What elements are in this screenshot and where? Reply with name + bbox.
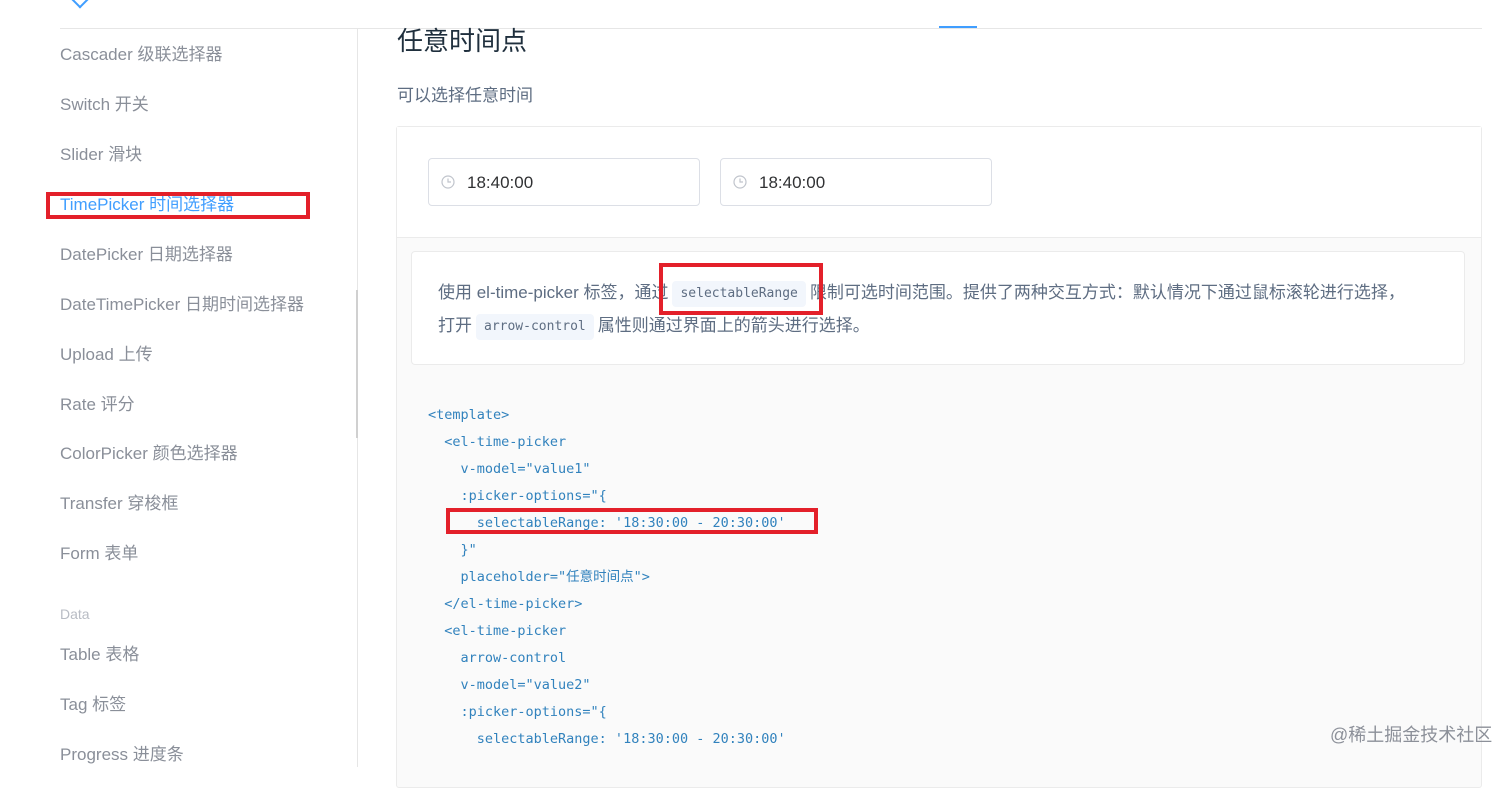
description-text: 打开 (438, 316, 472, 335)
section-title: 任意时间点 (397, 26, 528, 56)
sidebar-item-colorpicker[interactable]: ColorPicker 颜色选择器 (60, 444, 238, 464)
sidebar-group-data: Data (60, 606, 90, 622)
sidebar-item-form[interactable]: Form 表单 (60, 544, 138, 564)
sidebar-scrollbar[interactable] (356, 290, 358, 438)
code-line: v-model="value2" (428, 677, 591, 693)
time-value: 18:40:00 (467, 173, 534, 192)
time-picker-input-1[interactable]: 18:40:00 (428, 158, 700, 206)
sidebar-item-transfer[interactable]: Transfer 穿梭框 (60, 494, 178, 514)
code-line: <template> (428, 407, 510, 423)
description-line-2: 打开 arrow-control 属性则通过界面上的箭头进行选择。 (438, 311, 870, 341)
clock-icon (441, 175, 455, 189)
sidebar-item-rate[interactable]: Rate 评分 (60, 395, 135, 415)
description-text: 使用 el-time-picker 标签，通过 (438, 283, 669, 302)
clock-icon (733, 175, 747, 189)
time-picker-input-2[interactable]: 18:40:00 (720, 158, 992, 206)
sidebar-item-progress[interactable]: Progress 进度条 (60, 745, 184, 765)
code-line: <el-time-picker (428, 434, 567, 450)
sidebar: Cascader 级联选择器 Switch 开关 Slider 滑块 TimeP… (0, 29, 357, 767)
time-value: 18:40:00 (759, 173, 826, 192)
code-line: arrow-control (428, 650, 567, 666)
sidebar-item-upload[interactable]: Upload 上传 (60, 345, 153, 365)
logo-icon (71, 0, 89, 9)
sidebar-item-slider[interactable]: Slider 滑块 (60, 145, 142, 165)
code-line: placeholder="任意时间点"> (428, 569, 650, 585)
demo-source: 18:40:00 18:40:00 (397, 127, 1481, 238)
code-line: <el-time-picker (428, 623, 567, 639)
active-nav-indicator (939, 26, 977, 28)
code-line: :picker-options="{ (428, 488, 607, 504)
sidebar-item-switch[interactable]: Switch 开关 (60, 95, 149, 115)
highlight-box-chip (659, 263, 823, 315)
code-line: v-model="value1" (428, 461, 591, 477)
sidebar-item-datepicker[interactable]: DatePicker 日期选择器 (60, 245, 233, 265)
description-text: 属性则通过界面上的箭头进行选择。 (597, 316, 870, 335)
highlight-box-code (446, 508, 818, 534)
section-description: 可以选择任意时间 (397, 86, 533, 105)
demo-description: 使用 el-time-picker 标签，通过 selectableRange 限制… (411, 251, 1465, 365)
code-line: :picker-options="{ (428, 704, 607, 720)
sidebar-item-tag[interactable]: Tag 标签 (60, 695, 126, 715)
demo-block: 18:40:00 18:40:00 使用 el-time-picker 标签，通… (396, 126, 1482, 788)
description-text: 限制可选时间范围。提供了两种交互方式：默认情况下通过鼠标滚轮进行选择， (809, 283, 1405, 302)
sidebar-item-cascader[interactable]: Cascader 级联选择器 (60, 45, 222, 65)
sidebar-item-datetimepicker[interactable]: DateTimePicker 日期时间选择器 (60, 295, 304, 315)
code-chip-arrow-control: arrow-control (476, 313, 594, 340)
code-line: </el-time-picker> (428, 596, 583, 612)
description-line-1: 使用 el-time-picker 标签，通过 selectableRange 限制… (438, 278, 1405, 308)
code-line: selectableRange: '18:30:00 - 20:30:00' (428, 731, 786, 747)
highlight-box-sidebar (46, 192, 310, 219)
code-line: }" (428, 542, 477, 558)
watermark: @稀土掘金技术社区 (1330, 725, 1493, 745)
sidebar-item-table[interactable]: Table 表格 (60, 645, 139, 665)
